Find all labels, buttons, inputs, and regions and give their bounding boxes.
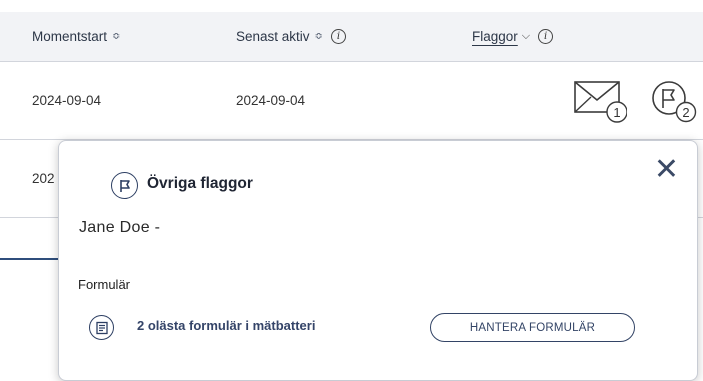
sort-icon[interactable]: ≎	[112, 31, 120, 42]
popup-title: Övriga flaggor	[147, 175, 253, 192]
senast-aktiv-cell: 2024-09-04	[236, 93, 306, 108]
momentstart-cell: 202	[32, 171, 55, 186]
flags-popup: Övriga flaggor Jane Doe - ✕ Formulär 2 o…	[58, 140, 698, 381]
column-senast-aktiv-label: Senast aktiv	[236, 29, 310, 44]
table-header: Momentstart ≎ Senast aktiv ≎ i Flaggor ⌵…	[0, 12, 703, 62]
sort-icon[interactable]: ≎	[315, 31, 323, 42]
info-icon[interactable]: i	[330, 29, 346, 44]
column-senast-aktiv[interactable]: Senast aktiv ≎ i	[236, 12, 346, 61]
close-icon[interactable]: ✕	[654, 155, 679, 185]
message-count-badge: 1	[613, 105, 620, 120]
patient-name: Jane Doe -	[79, 219, 161, 236]
unread-forms-link[interactable]: 2 olästa formulär i mätbatteri	[137, 318, 315, 333]
flag-count-badge: 2	[682, 105, 689, 120]
envelope-icon[interactable]: 1	[573, 78, 627, 124]
flag-icon	[111, 172, 138, 199]
column-momentstart[interactable]: Momentstart ≎	[32, 12, 120, 61]
column-flaggor-label[interactable]: Flaggor	[472, 29, 518, 44]
section-label: Formulär	[78, 277, 131, 292]
flag-icon[interactable]: 2	[650, 80, 703, 124]
chevron-down-icon[interactable]: ⌵	[522, 30, 530, 43]
info-icon[interactable]: i	[538, 29, 554, 44]
column-momentstart-label: Momentstart	[32, 29, 108, 44]
column-flaggor[interactable]: Flaggor ⌵ i	[472, 12, 554, 61]
active-indicator	[0, 258, 60, 260]
manage-forms-button[interactable]: HANTERA FORMULÄR	[430, 313, 635, 342]
form-list-icon	[89, 315, 114, 340]
momentstart-cell: 2024-09-04	[32, 93, 102, 108]
